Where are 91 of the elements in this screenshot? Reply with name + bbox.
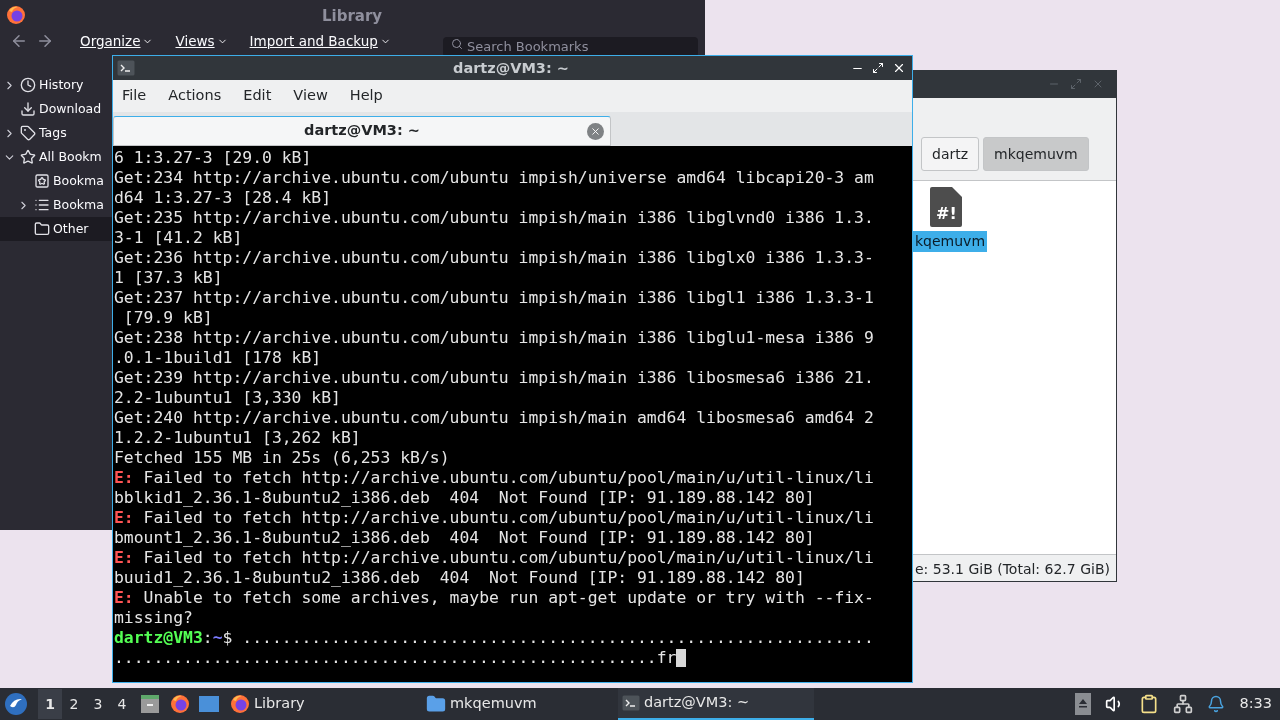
toolbar-menu[interactable]: Views [175,30,228,52]
tree-item[interactable]: Tags [0,121,112,145]
tree-label: Bookma [53,171,104,190]
terminal-line: E: Failed to fetch http://archive.ubuntu.com/ubuntu/pool/main/u/util-linux/li [114,507,874,529]
desktop-switch[interactable]: 3 [86,689,110,719]
menu-item[interactable]: View [293,85,328,107]
toolbar-menu[interactable]: Organize [80,30,154,52]
menu-item[interactable]: Actions [168,85,222,107]
tree-item[interactable]: Bookma [0,169,112,193]
task-button[interactable]: mkqemuvm [422,688,618,720]
terminal-line: dartz@VM3:~$ ................................................................ [114,626,874,649]
browser-icon [230,694,250,714]
search-field[interactable]: Search Bookmarks [443,36,698,57]
browser-icon [6,5,26,25]
file-icon-label: #! [936,204,957,223]
folder-icon [426,694,446,714]
task-button[interactable]: Library [226,688,422,720]
terminal-line: Get:235 http://archive.ubuntu.com/ubuntu impish/main i386 libglvnd0 i386 1.3. [114,206,874,229]
terminal-icon [117,60,135,76]
close-icon[interactable] [892,61,906,75]
tree-item[interactable]: Bookma [0,193,112,217]
desktop-switch[interactable]: 1 [38,689,62,719]
terminal-line: 1 [37.3 kB] [114,266,223,289]
list-icon [34,197,50,213]
terminal-line: 2.2-1ubuntu1 [3,330 kB] [114,386,341,409]
task-button[interactable]: dartz@VM3: ~ [618,688,814,720]
menu-item[interactable]: Help [349,85,383,107]
notification-icon[interactable] [1207,695,1226,713]
star-box-icon [34,173,50,189]
status-text: e: 53.1 GiB (Total: 62.7 GiB) [914,560,1111,579]
terminal-line: E: Failed to fetch http://archive.ubuntu.com/ubuntu/pool/main/u/util-linux/li [114,466,874,489]
terminal-line: Fetched 155 MB in 25s (6,253 kB/s) [114,446,450,469]
terminal-line: buuid1_2.36.1-8ubuntu2_i386.deb 404 Not Found [IP: 91.189.88.142 80] [114,566,805,589]
tree-label: Bookma [53,195,104,214]
path-button[interactable]: mkqemuvm [983,137,1089,171]
terminal-line: E: Failed to fetch http://archive.ubuntu.com/ubuntu/pool/main/u/util-linux/li [114,547,874,569]
terminal-line: Get:237 http://archive.ubuntu.com/ubuntu impish/main i386 libgl1 i386 1.3.3-1 [114,286,874,309]
search-icon [451,38,463,50]
path-button[interactable]: dartz [921,137,980,171]
tree-item[interactable]: Download [0,97,112,121]
menu-item[interactable]: Edit [243,85,272,107]
tree-label: History [39,75,84,94]
clock[interactable]: 8:33 [1239,693,1272,715]
toolbar-menu[interactable]: Import and Backup [249,30,391,52]
tree-label: Other [53,219,89,238]
tree-label: Download [39,99,102,118]
terminal-line: d64 1:3.27-3 [28.4 kB] [114,186,332,209]
maximize-icon[interactable] [872,62,884,74]
forward-icon[interactable] [36,32,54,50]
terminal-line: [79.9 kB] [122,306,213,329]
window-title: Library [322,6,383,27]
terminal-line: Get:240 http://archive.ubuntu.com/ubuntu impish/main amd64 libosmesa6 amd64 2 [114,406,874,429]
star-icon [20,149,36,165]
terminal-line: missing? [114,606,193,629]
terminal-line: E: Unable to fetch some archives, maybe run apt-get update or try with --fix- [114,587,874,609]
menu-item[interactable]: File [122,85,147,107]
terminal-line: .......................................................fr [114,646,677,669]
terminal-line: Get:239 http://archive.ubuntu.com/ubuntu impish/main i386 libosmesa6 i386 21. [114,366,874,389]
terminal-icon [622,695,640,711]
desktop-switch[interactable]: 2 [62,689,86,719]
terminal-line: 1.2.2-1ubuntu1 [3,262 kB] [114,426,361,449]
window-icon[interactable] [198,695,220,713]
tree-item[interactable]: History [0,73,112,97]
back-icon[interactable] [10,32,28,50]
terminal-line: 3-1 [41.2 kB] [114,226,243,249]
folder-icon [34,221,50,237]
clock-icon [20,77,36,93]
terminal-line: Get:238 http://archive.ubuntu.com/ubuntu impish/main i386 libglu1-mesa i386 9 [114,326,874,349]
terminal-tab[interactable]: dartz@VM3: ~ [113,116,611,146]
tag-icon [20,125,36,141]
desktop-switch[interactable]: 4 [110,689,134,719]
eject-icon[interactable] [1075,693,1092,715]
file-cabinet-icon[interactable] [140,694,160,714]
download-icon [20,101,36,117]
tree-label: Tags [39,123,67,142]
file-name[interactable]: kqemuvm [913,231,988,252]
terminal-line: Get:234 http://archive.ubuntu.com/ubuntu impish/universe amd64 libcapi20-3 am [114,166,874,189]
terminal-line: bblkid1_2.36.1-8ubuntu2_i386.deb 404 Not Found [IP: 91.189.88.142 80] [114,486,815,509]
start-menu-icon[interactable] [4,692,28,716]
terminal-line: bmount1_2.36.1-8ubuntu2_i386.deb 404 Not Found [IP: 91.189.88.142 80] [114,526,815,549]
terminal-line: Get:236 http://archive.ubuntu.com/ubuntu impish/main i386 libglx0 i386 1.3.3- [114,246,874,269]
browser-icon [170,694,190,714]
tree-item[interactable]: Other [0,217,112,241]
window-title: dartz@VM3: ~ [453,59,569,78]
close-tab-icon[interactable] [587,122,604,140]
clipboard-icon[interactable] [1139,694,1160,714]
tree-item[interactable]: All Bookm [0,145,112,169]
terminal-line: .0.1-1build1 [178 kB] [114,346,322,369]
network-icon[interactable] [1173,694,1194,714]
tree-label: All Bookm [39,147,102,166]
terminal-line: 6 1:3.27-3 [29.0 kB] [114,146,312,169]
